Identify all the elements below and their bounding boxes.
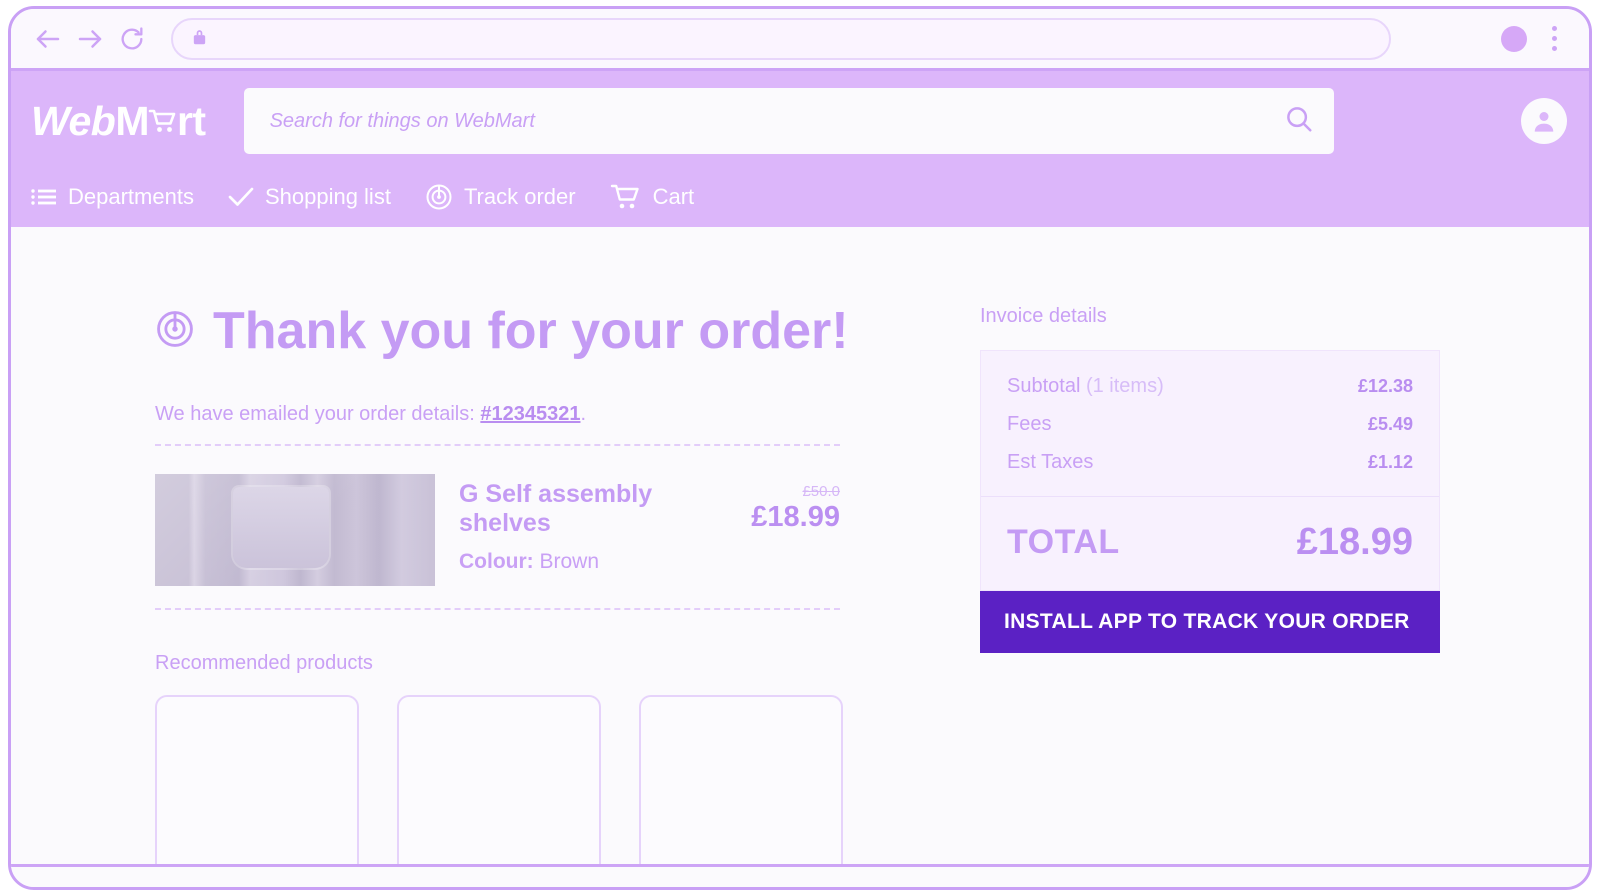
invoice-item-count: (1 items) — [1085, 375, 1164, 397]
reload-button[interactable] — [111, 18, 153, 60]
invoice-label-taxes: Est Taxes — [1007, 451, 1094, 473]
shopping-cart-icon — [148, 101, 178, 142]
recommended-product-card[interactable] — [639, 695, 843, 864]
page-bottom-strip — [11, 864, 1589, 887]
header-nav: Departments Shopping list Track order Ca… — [11, 171, 1589, 223]
nav-label-cart: Cart — [652, 184, 695, 209]
arrow-right-icon — [75, 24, 105, 54]
invoice-label-text: Subtotal — [1007, 375, 1081, 397]
order-summary-column: Thank you for your order! We have emaile… — [155, 305, 855, 864]
invoice-label-subtotal: Subtotal (1 items) — [1007, 375, 1164, 398]
radar-target-icon — [425, 183, 453, 211]
invoice-total-value: £18.99 — [1296, 521, 1413, 563]
profile-avatar-icon[interactable] — [1501, 25, 1527, 52]
shopping-cart-icon — [610, 183, 642, 211]
logo-text-m: M — [115, 97, 149, 144]
header-top-bar: Web Mrt — [11, 71, 1589, 171]
thank-you-heading: Thank you for your order! — [155, 305, 855, 357]
product-price-box: £50.0 £18.99 — [730, 474, 840, 532]
check-icon — [228, 186, 254, 208]
order-email-notice: We have emailed your order details: #123… — [155, 403, 855, 426]
search-icon[interactable] — [1284, 104, 1314, 139]
install-app-button[interactable]: INSTALL APP TO TRACK YOUR ORDER — [980, 591, 1440, 653]
recommended-products-title: Recommended products — [155, 652, 373, 674]
reload-icon — [118, 25, 146, 53]
invoice-value-fees: £5.49 — [1367, 414, 1413, 434]
nav-item-cart[interactable]: Cart — [610, 183, 695, 211]
nav-label-shopping-list: Shopping list — [264, 184, 391, 209]
search-input[interactable] — [269, 109, 1284, 133]
recommended-product-card[interactable] — [155, 695, 359, 864]
product-price-original: £50.0 — [802, 483, 840, 500]
url-bar[interactable] — [171, 17, 1391, 60]
product-image[interactable] — [155, 474, 435, 586]
page-body: Thank you for your order! We have emaile… — [11, 227, 1589, 864]
nav-label-track-order: Track order — [463, 184, 576, 209]
logo-text-rt: rt — [176, 97, 206, 144]
logo-text-web: Web — [31, 97, 116, 144]
invoice-value-taxes: £1.12 — [1367, 452, 1413, 472]
page-title: Thank you for your order! — [213, 302, 849, 360]
invoice-details-title: Invoice details — [980, 305, 1107, 327]
nav-item-shopping-list[interactable]: Shopping list — [228, 184, 391, 210]
order-number-link[interactable]: #12345321 — [480, 403, 580, 425]
order-email-suffix: . — [580, 403, 587, 425]
invoice-row-fees: Fees £5.49 — [1007, 413, 1413, 436]
arrow-left-icon — [33, 24, 63, 54]
divider-bottom — [155, 608, 840, 610]
radar-target-icon — [155, 309, 195, 354]
list-menu-icon — [31, 187, 57, 207]
invoice-card: Subtotal (1 items) £12.38 Fees £5.49 Est… — [980, 350, 1440, 591]
lock-icon — [191, 27, 208, 51]
nav-label-departments: Departments — [68, 184, 194, 209]
invoice-total-row: TOTAL £18.99 — [981, 496, 1439, 590]
site-header: Web Mrt Search for things on WebMart Dep… — [11, 71, 1589, 227]
browser-toolbar — [11, 9, 1589, 71]
invoice-label-fees: Fees — [1007, 413, 1052, 435]
recommended-products-grid — [155, 695, 855, 864]
invoice-line-items: Subtotal (1 items) £12.38 Fees £5.49 Est… — [981, 351, 1439, 496]
invoice-row-subtotal: Subtotal (1 items) £12.38 — [1007, 375, 1413, 398]
nav-item-track-order[interactable]: Track order — [425, 183, 576, 211]
kebab-menu-icon[interactable] — [1543, 24, 1565, 54]
product-colour-value: Brown — [539, 549, 600, 573]
back-button[interactable] — [27, 18, 69, 60]
invoice-value-subtotal: £12.38 — [1357, 376, 1413, 396]
browser-window: Web Mrt Search for things on WebMart Dep… — [8, 6, 1592, 890]
order-email-prefix: We have emailed your order details: — [155, 403, 481, 425]
recommended-product-card[interactable] — [397, 695, 601, 864]
product-title[interactable]: G Self assembly shelves — [459, 480, 730, 538]
content-wrapper: Thank you for your order! We have emaile… — [155, 227, 1445, 864]
product-colour: Colour: Brown — [459, 550, 730, 574]
invoice-total-label: TOTAL — [1007, 523, 1120, 561]
nav-item-departments[interactable]: Departments — [31, 184, 194, 210]
invoice-column: Invoice details Subtotal (1 items) £12.3… — [980, 305, 1445, 864]
search-bar[interactable] — [243, 88, 1334, 154]
webmart-logo[interactable]: Web Mrt — [31, 97, 206, 144]
order-product-row: G Self assembly shelves Colour: Brown £5… — [155, 446, 840, 608]
toolbar-right-controls — [1501, 24, 1573, 54]
account-person-icon[interactable] — [1521, 98, 1567, 144]
product-info: G Self assembly shelves Colour: Brown — [435, 474, 730, 574]
invoice-row-taxes: Est Taxes £1.12 — [1007, 451, 1413, 474]
forward-button[interactable] — [69, 18, 111, 60]
product-price-current: £18.99 — [751, 501, 840, 533]
product-colour-label: Colour: — [459, 549, 534, 573]
